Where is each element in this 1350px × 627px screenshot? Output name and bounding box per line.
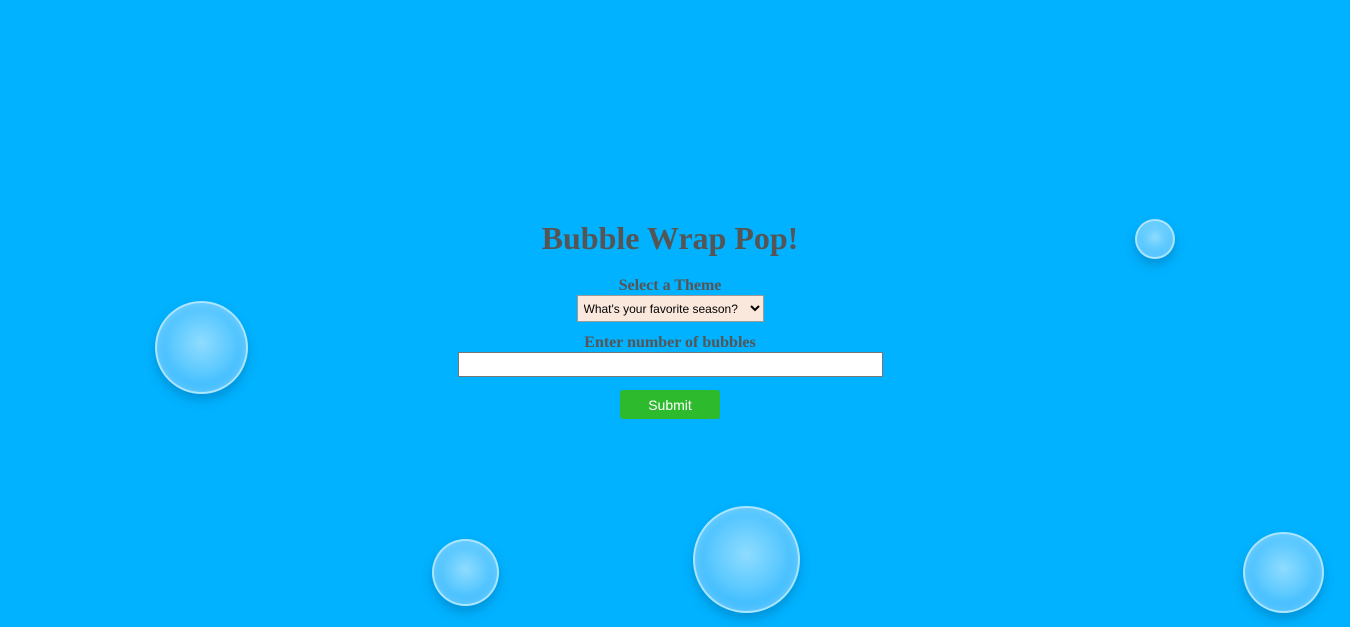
submit-button[interactable]: Submit <box>620 390 720 419</box>
bubble-count-input[interactable] <box>457 352 883 377</box>
theme-label: Select a Theme <box>618 277 722 294</box>
bubble[interactable] <box>693 506 800 613</box>
bubble[interactable] <box>432 539 499 606</box>
theme-select[interactable]: What's your favorite season? <box>576 295 764 322</box>
setup-form: Bubble Wrap Pop! Select a Theme What's y… <box>0 218 1340 419</box>
page-title: Bubble Wrap Pop! <box>541 220 799 256</box>
bubble[interactable] <box>1243 532 1324 613</box>
bubble-count-label: Enter number of bubbles <box>584 334 756 351</box>
